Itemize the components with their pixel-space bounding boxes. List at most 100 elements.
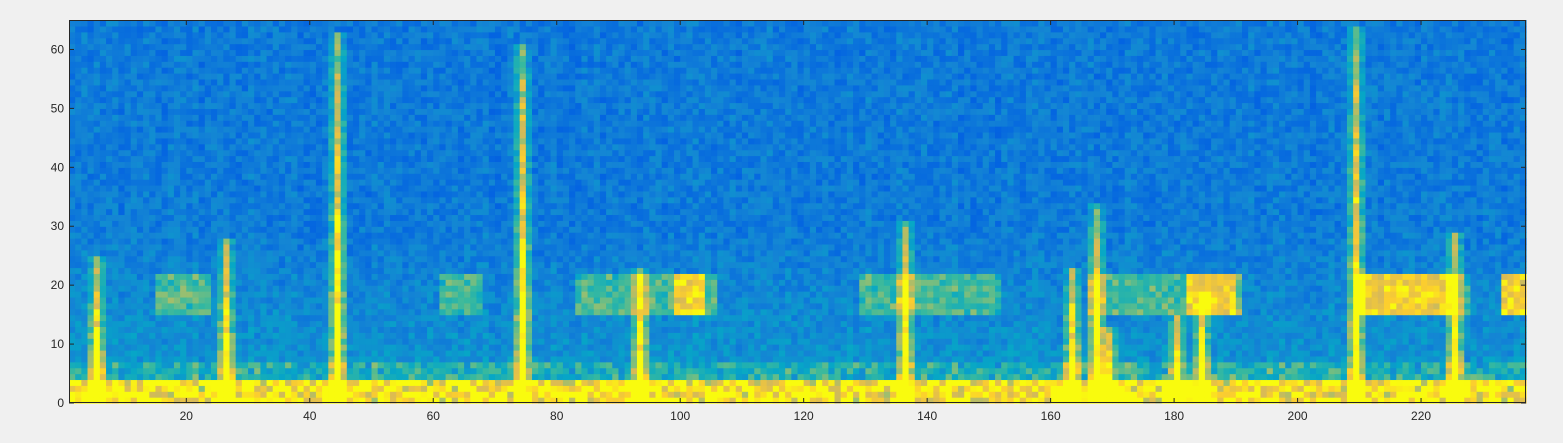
heatmap-cell [155, 291, 163, 298]
heatmap-cell [501, 184, 508, 192]
heatmap-cell [285, 355, 292, 363]
heatmap-cell [99, 196, 107, 204]
heatmap-cell [315, 261, 323, 269]
heatmap-cell [217, 96, 224, 104]
heatmap-cell [519, 349, 527, 357]
heatmap-cell [112, 173, 119, 180]
heatmap-cell [272, 37, 280, 45]
heatmap-cell [488, 31, 496, 39]
heatmap-cell [93, 243, 101, 251]
heatmap-cell [451, 37, 459, 45]
heatmap-cell [136, 355, 144, 363]
heatmap-cell [309, 37, 317, 45]
heatmap-cell [488, 214, 496, 221]
heatmap-cell [291, 332, 299, 339]
heatmap-cell [427, 249, 434, 257]
heatmap-cell [445, 173, 453, 180]
heatmap-cell [532, 232, 539, 239]
heatmap-cell [420, 379, 428, 386]
heatmap-cell [106, 173, 113, 180]
heatmap-cell [346, 155, 354, 163]
heatmap-cell [408, 31, 416, 39]
heatmap-cell [223, 208, 231, 216]
heatmap-cell [75, 126, 82, 133]
heatmap-cell [371, 379, 379, 386]
heatmap-cell [359, 25, 366, 33]
heatmap-cell [451, 302, 459, 310]
heatmap-cell [340, 285, 348, 292]
heatmap-cell [211, 344, 218, 351]
heatmap-cell [149, 255, 157, 263]
heatmap-cell [396, 373, 403, 381]
heatmap-cell [198, 220, 206, 227]
heatmap-cell [124, 220, 132, 227]
heatmap-cell [501, 126, 508, 133]
heatmap-cell [155, 273, 163, 280]
heatmap-cell [309, 102, 317, 109]
heatmap-cell [513, 196, 521, 204]
heatmap-cell [173, 102, 181, 109]
heatmap-cell [420, 361, 428, 369]
heatmap-cell [167, 49, 175, 56]
heatmap-cell [383, 143, 391, 151]
heatmap-cell [427, 184, 434, 192]
heatmap-cell [266, 296, 274, 304]
heatmap-cell [241, 184, 249, 192]
heatmap-cell [266, 326, 274, 333]
heatmap-cell [204, 31, 212, 39]
heatmap-cell [390, 196, 397, 204]
heatmap-cell [433, 61, 441, 68]
heatmap-cell [420, 96, 428, 104]
heatmap-cell [408, 179, 416, 186]
heatmap-cell [155, 285, 163, 292]
heatmap-cell [106, 37, 113, 45]
heatmap-cell [383, 90, 391, 98]
heatmap-cell [229, 202, 237, 210]
heatmap-cell [519, 367, 527, 375]
heatmap-cell [285, 61, 292, 68]
heatmap-cell [507, 367, 515, 375]
heatmap-cell [235, 90, 243, 98]
heatmap-cell [87, 385, 95, 392]
heatmap-cell [136, 96, 144, 104]
heatmap-cell [241, 314, 249, 322]
heatmap-cell [507, 31, 515, 39]
heatmap-cell [248, 273, 255, 280]
heatmap-cell [315, 314, 323, 322]
heatmap-cell [414, 155, 422, 163]
heatmap-cell [445, 314, 453, 322]
heatmap-cell [217, 279, 224, 286]
heatmap-cell [525, 202, 533, 210]
heatmap-cell [476, 273, 484, 280]
heatmap-cell [75, 96, 82, 104]
heatmap-cell [488, 255, 496, 263]
heatmap-cell [69, 361, 76, 369]
heatmap-cell [322, 373, 329, 381]
heatmap-cell [241, 332, 249, 339]
heatmap-cell [494, 391, 502, 398]
heatmap-cell [266, 255, 274, 263]
heatmap-cell [130, 67, 138, 74]
heatmap-cell [408, 67, 416, 74]
heatmap-cell [482, 296, 490, 304]
heatmap-cell [464, 173, 471, 180]
heatmap-cell [507, 208, 515, 216]
heatmap-cell [476, 43, 484, 51]
heatmap-cell [204, 279, 212, 286]
heatmap-cell [223, 243, 231, 251]
heatmap-cell [476, 114, 484, 121]
heatmap-cell [136, 31, 144, 39]
heatmap-cell [377, 149, 385, 157]
heatmap-cell [328, 255, 336, 263]
heatmap-cell [136, 302, 144, 310]
heatmap-cell [377, 214, 385, 221]
heatmap-cell [359, 179, 366, 186]
heatmap-cell [75, 302, 82, 310]
heatmap-cell [476, 361, 484, 369]
heatmap-cell [106, 326, 113, 333]
heatmap-cell [476, 296, 484, 304]
heatmap-cell [266, 314, 274, 322]
heatmap-cell [198, 73, 206, 80]
heatmap-cell [507, 108, 515, 115]
heatmap-cell [81, 302, 89, 310]
